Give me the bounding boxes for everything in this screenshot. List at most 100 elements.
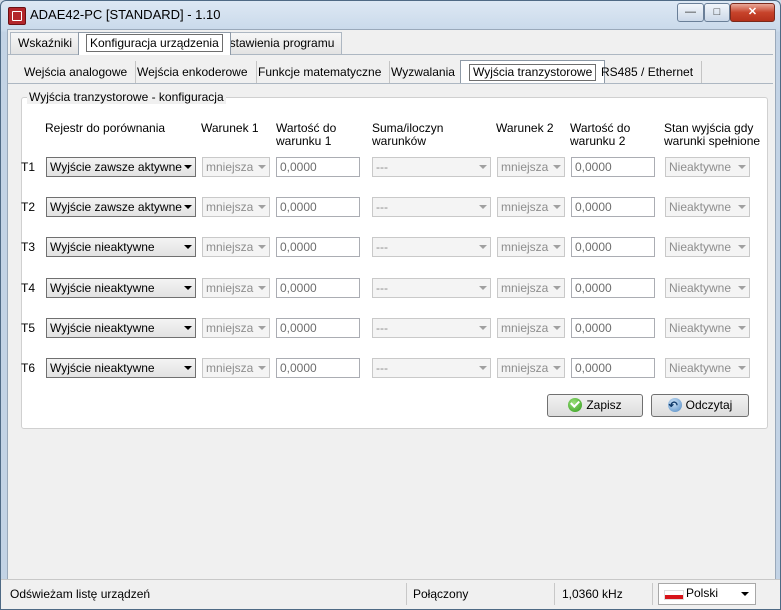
chevron-down-icon	[553, 366, 561, 370]
value-2-input[interactable]: 0,0000	[571, 358, 655, 378]
read-button[interactable]: Odczytaj	[651, 394, 749, 417]
output-state-select[interactable]: Nieaktywne	[665, 197, 750, 217]
header-value-1-line2: warunku 1	[276, 134, 332, 148]
register-select[interactable]: Wyjście nieaktywne	[46, 358, 196, 378]
save-button[interactable]: Zapisz	[547, 394, 643, 417]
maximize-button[interactable]: □	[704, 3, 730, 22]
condition-2-select[interactable]: mniejsza	[497, 197, 565, 217]
register-select[interactable]: Wyjście zawsze aktywne	[46, 157, 196, 177]
condition-2-select-value: mniejsza	[501, 361, 549, 375]
app-window: ADAE42-PC [STANDARD] - 1.10 — □ ✕ Wskaźn…	[0, 0, 781, 610]
condition-1-select[interactable]: mniejsza	[202, 197, 270, 217]
save-label: Zapisz	[586, 398, 622, 412]
value-2-input-value: 0,0000	[575, 281, 612, 295]
value-2-input[interactable]: 0,0000	[571, 318, 655, 338]
chevron-down-icon	[184, 205, 192, 209]
register-select-value: Wyjście nieaktywne	[50, 361, 155, 375]
chevron-down-icon	[553, 286, 561, 290]
close-button[interactable]: ✕	[730, 3, 775, 22]
chevron-down-icon	[738, 205, 746, 209]
value-1-input[interactable]: 0,0000	[276, 157, 360, 177]
condition-1-select-value: mniejsza	[206, 281, 254, 295]
value-2-input[interactable]: 0,0000	[571, 278, 655, 298]
tab-device-config[interactable]: Konfiguracja urządzenia	[78, 32, 231, 55]
sum-product-select[interactable]: ---	[372, 278, 491, 298]
condition-2-select[interactable]: mniejsza	[497, 278, 565, 298]
output-state-select[interactable]: Nieaktywne	[665, 318, 750, 338]
read-label: Odczytaj	[685, 398, 733, 412]
sub-tab-divider	[8, 83, 773, 84]
subtab-analog-inputs[interactable]: Wejścia analogowe	[16, 61, 137, 83]
register-select[interactable]: Wyjście nieaktywne	[46, 278, 196, 298]
app-logo-icon	[8, 7, 26, 25]
sum-product-select[interactable]: ---	[372, 237, 491, 257]
tab-label: Wskaźniki	[18, 36, 73, 50]
value-1-input[interactable]: 0,0000	[276, 197, 360, 217]
condition-1-select[interactable]: mniejsza	[202, 237, 270, 257]
chevron-down-icon	[479, 205, 487, 209]
sum-product-select-value: ---	[376, 200, 388, 214]
subtab-triggers[interactable]: Wyzwalania	[383, 61, 464, 83]
subtab-transistor-outputs[interactable]: Wyjścia tranzystorowe	[460, 60, 606, 84]
output-state-select[interactable]: Nieaktywne	[665, 358, 750, 378]
header-state-line1: Stan wyjścia gdy	[664, 121, 754, 135]
condition-1-select[interactable]: mniejsza	[202, 358, 270, 378]
value-1-input-value: 0,0000	[280, 361, 317, 375]
value-1-input[interactable]: 0,0000	[276, 278, 360, 298]
chevron-down-icon	[553, 326, 561, 330]
window-title: ADAE42-PC [STANDARD] - 1.10	[30, 7, 221, 22]
value-1-input[interactable]: 0,0000	[276, 358, 360, 378]
status-divider	[406, 583, 407, 605]
frequency-readout: 1,0360 kHz	[562, 587, 623, 601]
subtab-encoder-inputs[interactable]: Wejścia enkoderowe	[129, 61, 257, 83]
chevron-down-icon	[479, 245, 487, 249]
chevron-down-icon	[258, 245, 266, 249]
status-bar: Odświeżam listę urządzeń Połączony 1,036…	[1, 579, 780, 609]
value-1-input[interactable]: 0,0000	[276, 318, 360, 338]
condition-2-select[interactable]: mniejsza	[497, 358, 565, 378]
language-value: Polski	[686, 586, 719, 600]
output-state-select[interactable]: Nieaktywne	[665, 237, 750, 257]
chevron-down-icon	[184, 366, 192, 370]
tab-indicators[interactable]: Wskaźniki	[10, 32, 81, 54]
value-2-input-value: 0,0000	[575, 200, 612, 214]
value-1-input-value: 0,0000	[280, 160, 317, 174]
condition-1-select[interactable]: mniejsza	[202, 318, 270, 338]
condition-2-select[interactable]: mniejsza	[497, 157, 565, 177]
value-2-input[interactable]: 0,0000	[571, 237, 655, 257]
value-2-input[interactable]: 0,0000	[571, 197, 655, 217]
register-select[interactable]: Wyjście zawsze aktywne	[46, 197, 196, 217]
condition-2-select[interactable]: mniejsza	[497, 237, 565, 257]
header-sum-line1: Suma/iloczyn	[372, 121, 444, 135]
row-label: T5	[21, 321, 36, 335]
language-select[interactable]: Polski	[658, 583, 756, 605]
sum-product-select[interactable]: ---	[372, 318, 491, 338]
value-2-input[interactable]: 0,0000	[571, 157, 655, 177]
row-label: T2	[21, 200, 36, 214]
register-select[interactable]: Wyjście nieaktywne	[46, 237, 196, 257]
chevron-down-icon	[479, 165, 487, 169]
value-1-input[interactable]: 0,0000	[276, 237, 360, 257]
chevron-down-icon	[738, 366, 746, 370]
minimize-button[interactable]: —	[677, 3, 704, 22]
condition-1-select[interactable]: mniejsza	[202, 278, 270, 298]
header-value-2: Wartość do warunku 2	[570, 122, 630, 148]
chevron-down-icon	[258, 205, 266, 209]
condition-2-select[interactable]: mniejsza	[497, 318, 565, 338]
sum-product-select[interactable]: ---	[372, 197, 491, 217]
condition-1-select[interactable]: mniejsza	[202, 157, 270, 177]
tab-program-settings[interactable]: Ustawienia programu	[213, 32, 343, 54]
row-label: T3	[21, 240, 36, 254]
group-title: Wyjścia tranzystorowe - konfiguracja	[27, 90, 226, 104]
tab-label: Ustawienia programu	[221, 36, 335, 50]
subtab-math-functions[interactable]: Funkcje matematyczne	[250, 61, 391, 83]
sum-product-select[interactable]: ---	[372, 157, 491, 177]
sum-product-select[interactable]: ---	[372, 358, 491, 378]
register-select[interactable]: Wyjście nieaktywne	[46, 318, 196, 338]
output-state-select[interactable]: Nieaktywne	[665, 278, 750, 298]
output-state-select-value: Nieaktywne	[669, 240, 732, 254]
output-state-select-value: Nieaktywne	[669, 160, 732, 174]
condition-2-select-value: mniejsza	[501, 321, 549, 335]
subtab-rs485-ethernet[interactable]: RS485 / Ethernet	[593, 61, 703, 83]
output-state-select[interactable]: Nieaktywne	[665, 157, 750, 177]
